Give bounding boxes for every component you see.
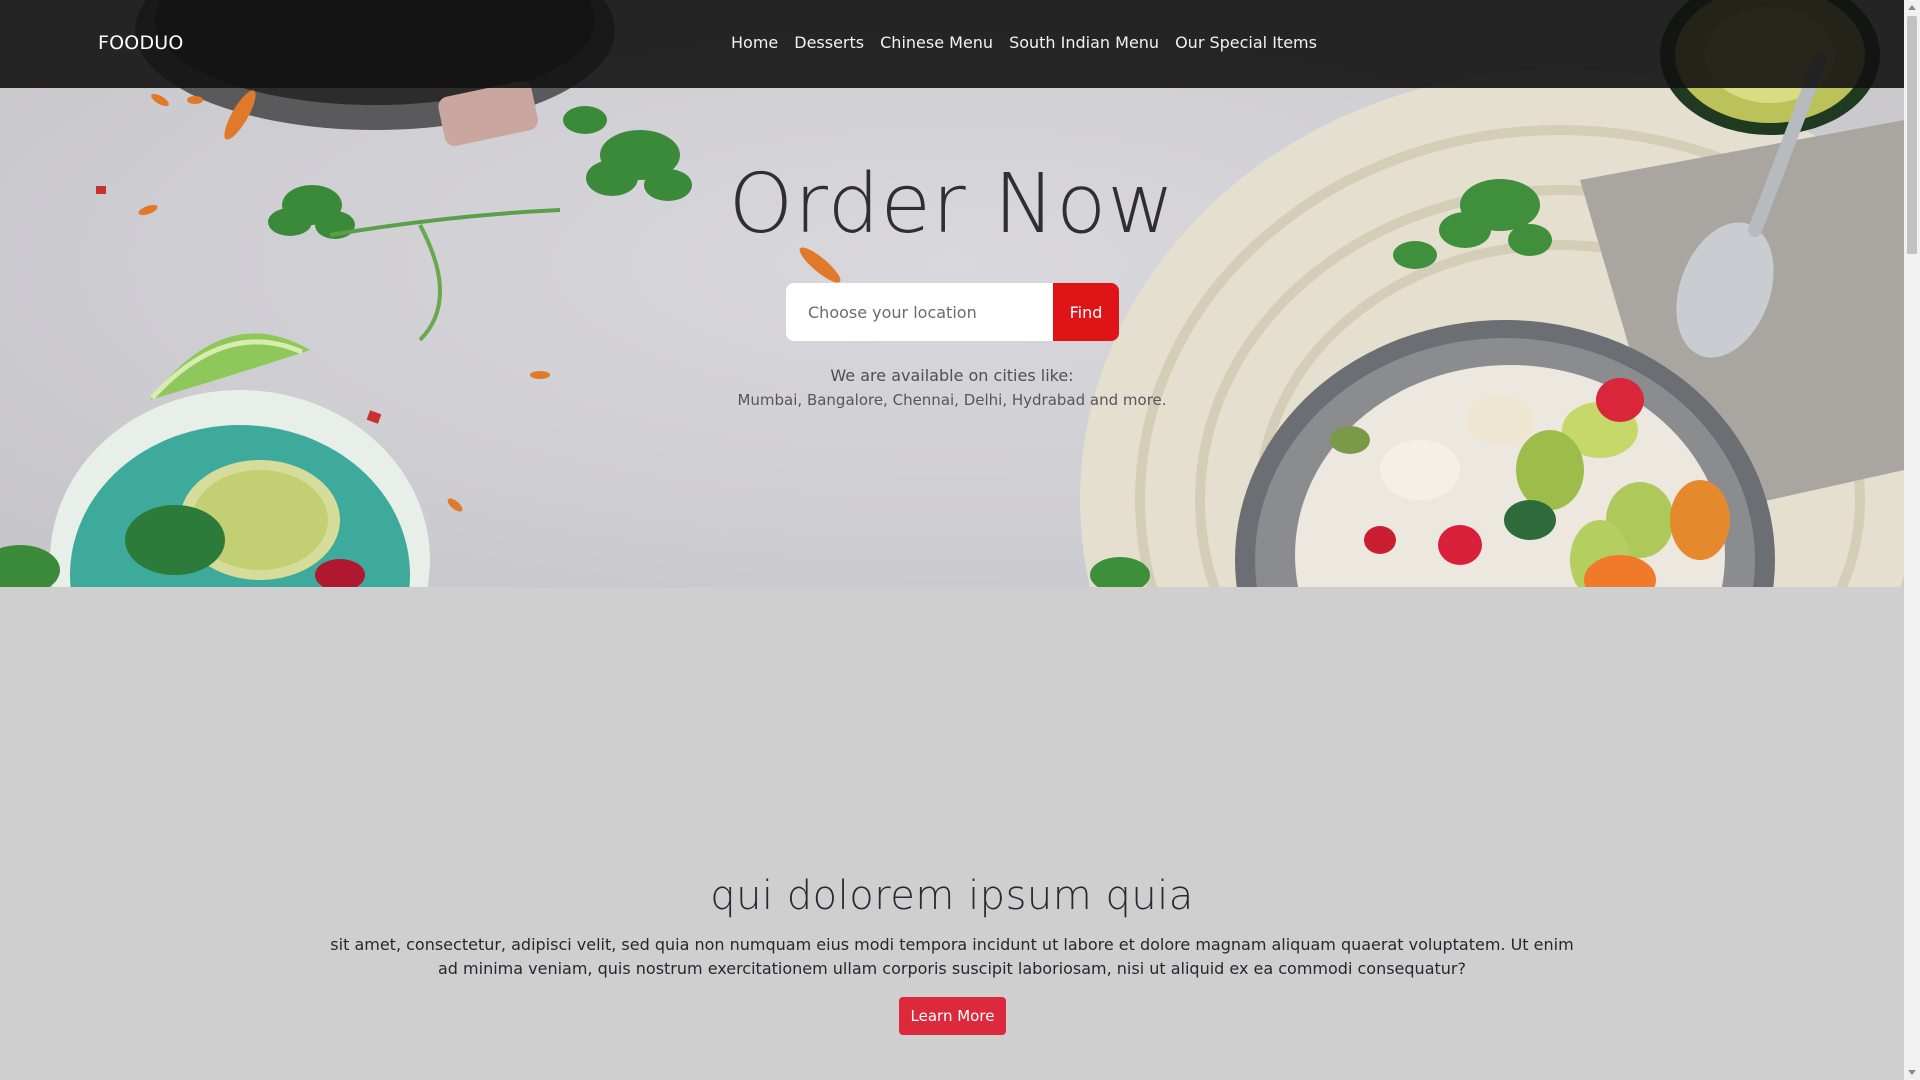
availability-info: We are available on cities like: Mumbai,… <box>0 366 1904 409</box>
learn-more-button[interactable]: Learn More <box>899 997 1006 1035</box>
section-title: qui dolorem ipsum quia <box>710 873 1194 919</box>
scroll-up-arrow-icon[interactable] <box>1908 5 1916 10</box>
find-button[interactable]: Find <box>1053 283 1119 341</box>
hero-title: Order Now <box>728 157 1176 252</box>
availability-cities: Mumbai, Bangalore, Chennai, Delhi, Hydra… <box>737 391 1167 409</box>
page-scrollbar[interactable] <box>1904 0 1920 1080</box>
nav-link-chinese-menu[interactable]: Chinese Menu <box>880 33 993 52</box>
location-input[interactable] <box>786 283 1053 341</box>
nav-link-home[interactable]: Home <box>731 33 778 52</box>
nav-link-south-indian-menu[interactable]: South Indian Menu <box>1009 33 1159 52</box>
scrollbar-thumb[interactable] <box>1907 16 1917 254</box>
nav-link-special-items[interactable]: Our Special Items <box>1175 33 1317 52</box>
brand-logo[interactable]: FOODUO <box>98 32 184 54</box>
availability-heading: We are available on cities like: <box>830 366 1074 385</box>
top-navbar: FOODUO Home Desserts Chinese Menu South … <box>0 0 1904 88</box>
scroll-down-arrow-icon[interactable] <box>1908 1070 1916 1075</box>
nav-link-desserts[interactable]: Desserts <box>794 33 864 52</box>
nav-links: Home Desserts Chinese Menu South Indian … <box>731 33 1317 52</box>
section-description: sit amet, consectetur, adipisci velit, s… <box>330 935 1574 978</box>
location-search-form: Find <box>786 283 1119 341</box>
